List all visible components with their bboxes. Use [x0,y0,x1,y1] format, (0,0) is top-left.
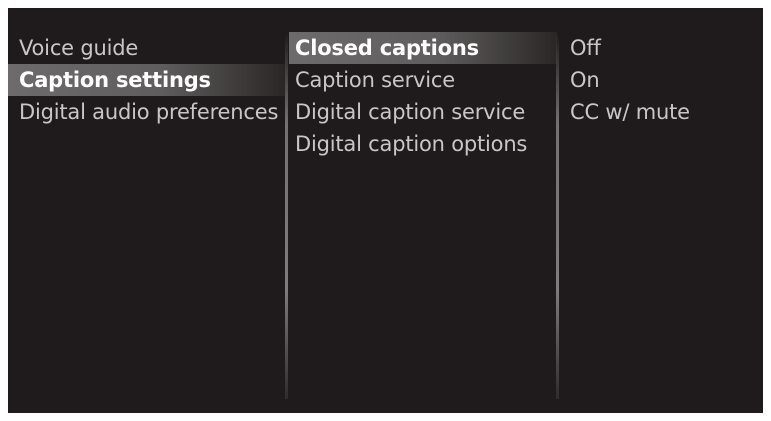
menu-item-digital-caption-service[interactable]: Digital caption service [289,96,557,128]
column-divider [556,32,559,399]
menu-column-level3: Off On CC w/ mute [561,8,763,413]
option-cc-with-mute[interactable]: CC w/ mute [561,96,763,128]
menu-column-level1: Voice guide Caption settings Digital aud… [8,8,285,413]
menu-column-level2: Closed captions Caption service Digital … [289,8,557,413]
column-divider [285,32,288,399]
menu-item-digital-audio-preferences[interactable]: Digital audio preferences [8,96,285,128]
menu-item-closed-captions[interactable]: Closed captions [289,32,557,64]
menu-item-caption-settings[interactable]: Caption settings [8,64,285,96]
menu-item-voice-guide[interactable]: Voice guide [8,32,285,64]
option-on[interactable]: On [561,64,763,96]
option-off[interactable]: Off [561,32,763,64]
menu-item-caption-service[interactable]: Caption service [289,64,557,96]
menu-item-digital-caption-options[interactable]: Digital caption options [289,128,557,160]
tv-settings-screen: Voice guide Caption settings Digital aud… [8,8,763,413]
